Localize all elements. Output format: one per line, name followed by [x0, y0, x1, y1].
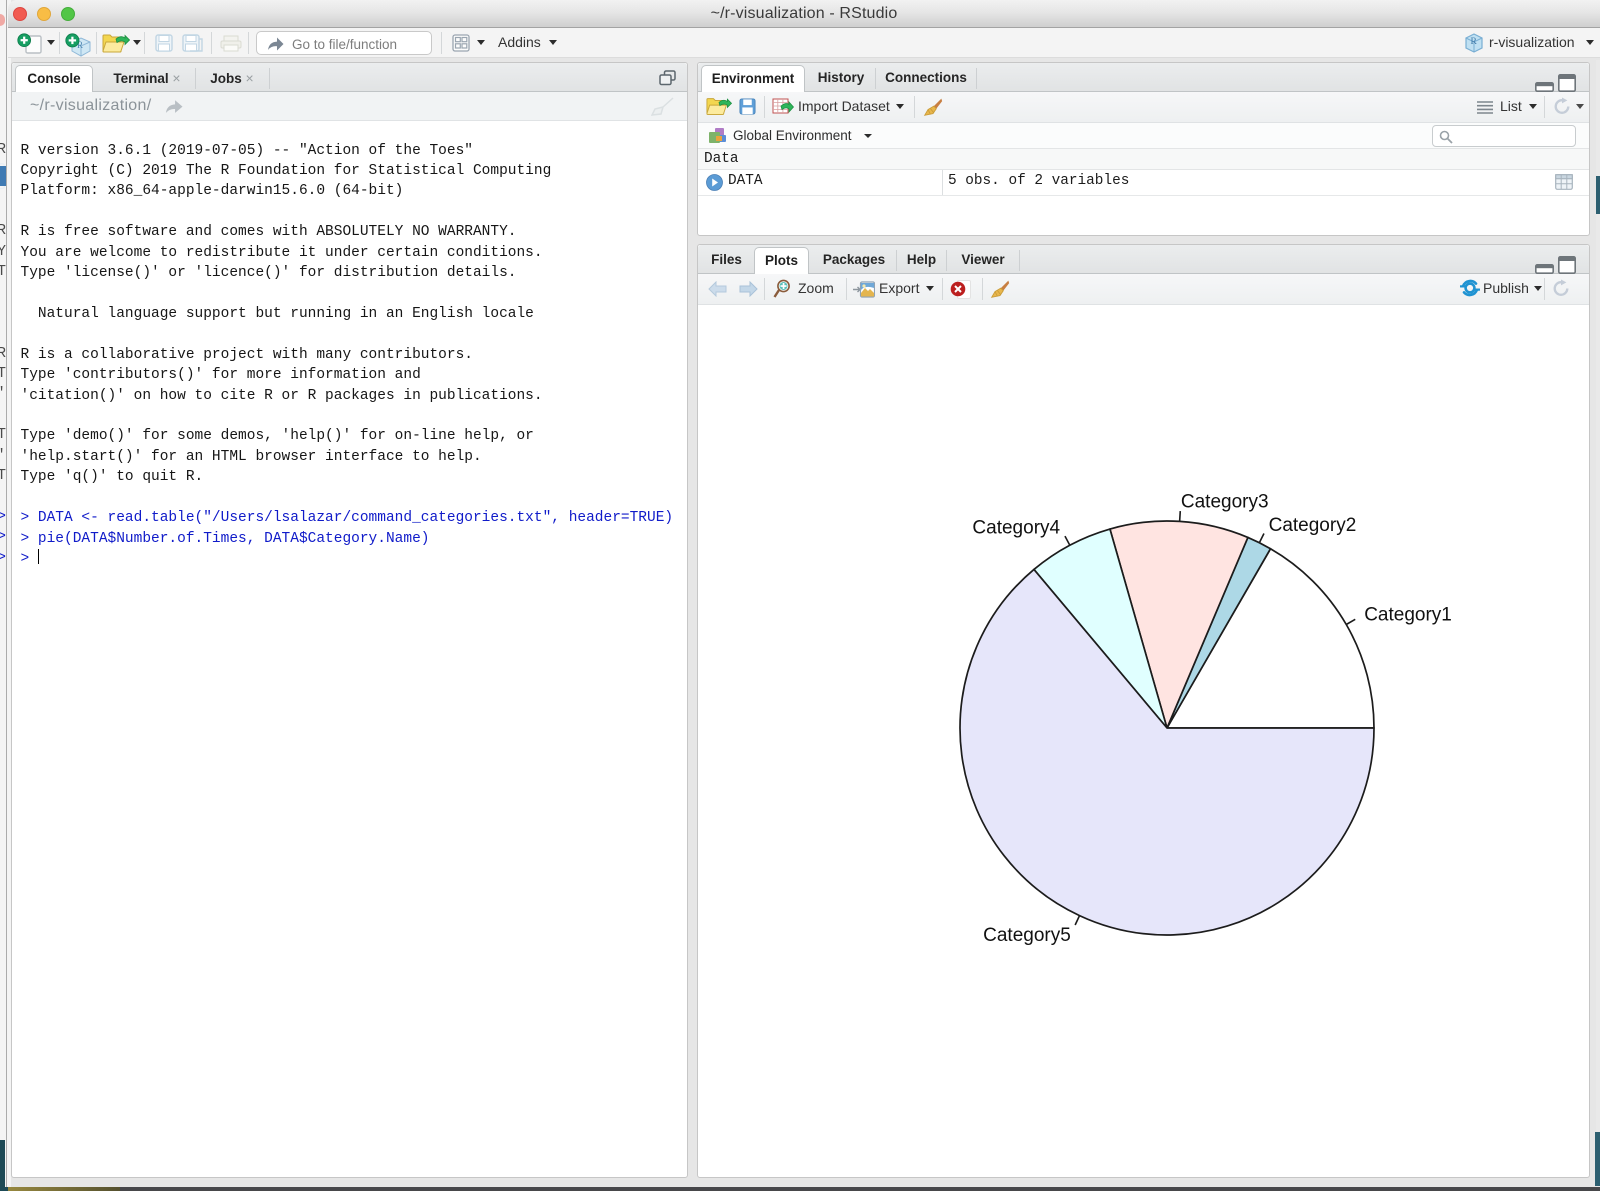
svg-text:Category3: Category3 — [1181, 491, 1269, 512]
svg-text:Category1: Category1 — [1364, 605, 1452, 626]
svg-text:Category2: Category2 — [1269, 515, 1357, 536]
svg-text:Category5: Category5 — [983, 925, 1071, 946]
svg-text:Category4: Category4 — [972, 518, 1060, 539]
svg-text:R: R — [1471, 37, 1478, 47]
